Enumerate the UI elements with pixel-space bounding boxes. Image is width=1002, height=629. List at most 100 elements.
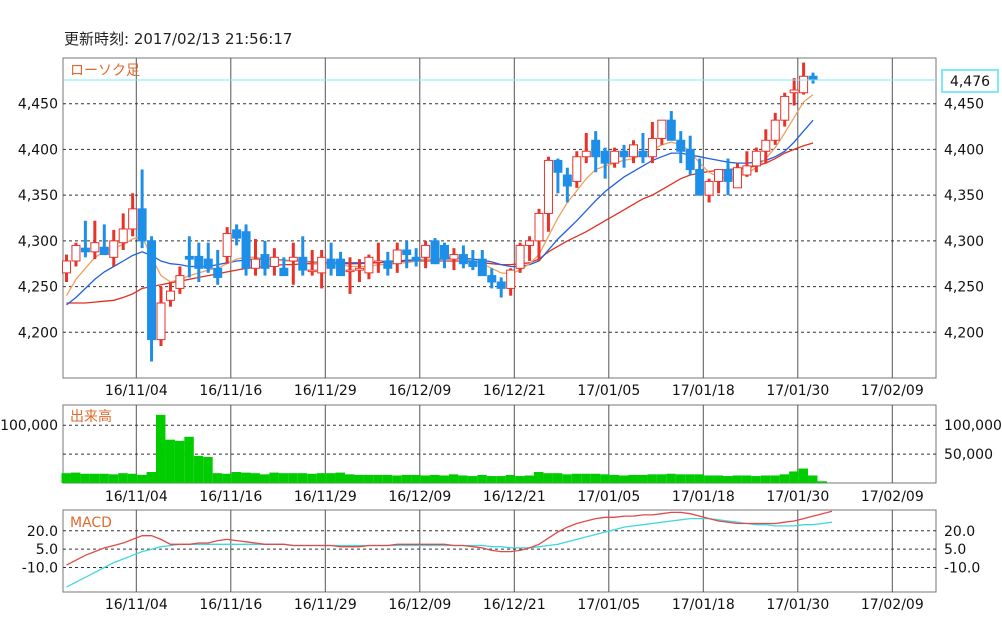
date-tick-label: 16/12/21 — [483, 597, 546, 613]
volume-bar — [609, 474, 620, 483]
volume-bar — [345, 474, 355, 483]
volume-ytick-left: 100,000 — [0, 418, 58, 434]
date-tick-label: 17/01/18 — [672, 489, 735, 505]
candle-body-down — [241, 231, 251, 269]
volume-bar — [222, 473, 232, 483]
candle-body-down — [383, 260, 393, 269]
candle-body-up — [610, 150, 620, 164]
candle-body-down — [411, 256, 421, 262]
candle-body-up — [506, 269, 516, 289]
volume-bar — [156, 414, 166, 483]
date-tick-label: 17/01/05 — [577, 489, 640, 505]
volume-bar — [571, 473, 582, 483]
date-tick-label: 17/01/05 — [577, 597, 640, 613]
candle-body-up — [761, 139, 771, 152]
candle-body-up — [799, 75, 809, 94]
date-tick-label: 16/11/16 — [199, 489, 262, 505]
candle-body-down — [562, 174, 572, 187]
price-ytick-right: 4,300 — [944, 234, 984, 250]
candle-body-down — [638, 150, 648, 158]
date-tick-label: 16/12/09 — [388, 597, 451, 613]
date-tick-label: 17/01/30 — [766, 489, 829, 505]
candle-body-up — [364, 256, 374, 274]
candle-body-down — [99, 246, 109, 256]
price-ytick-left: 4,200 — [18, 325, 58, 341]
volume-bar — [316, 473, 327, 483]
candle-body-down — [496, 281, 506, 289]
candle-body-down — [147, 240, 157, 341]
price-ytick-left: 4,400 — [18, 142, 58, 158]
volume-bar — [562, 474, 572, 483]
date-tick-label: 16/12/21 — [483, 383, 546, 399]
volume-bar — [524, 475, 534, 483]
price-ytick-right: 4,350 — [944, 188, 984, 204]
volume-bar — [723, 476, 733, 483]
volume-bar — [666, 473, 676, 483]
candle-body-down — [695, 169, 705, 196]
current-price-badge: 4,476 — [941, 69, 999, 93]
volume-bar — [80, 473, 90, 483]
candle-body-up — [317, 256, 327, 274]
price-ytick-right: 4,200 — [944, 325, 984, 341]
volume-bar — [637, 474, 648, 483]
date-tick-label: 16/12/09 — [388, 383, 451, 399]
volume-bar — [647, 474, 657, 483]
volume-bar — [789, 471, 799, 483]
candle-body-up — [109, 240, 119, 258]
candle-body-up — [90, 242, 100, 253]
stock-chart: 4,200 4,200 4,250 4,250 4,300 4,300 4,350 4,350… — [0, 57, 1002, 613]
volume-bar — [307, 473, 317, 483]
candle-body-down — [402, 249, 412, 256]
volume-bar — [439, 475, 449, 483]
candle-body-up — [449, 254, 459, 260]
candle-body-up — [71, 244, 81, 262]
candle-body-up — [62, 260, 71, 274]
volume-bar — [99, 473, 109, 483]
volume-bar — [174, 440, 185, 483]
candle-body-up — [345, 269, 355, 273]
candle-body-up — [354, 267, 364, 271]
volume-bar — [382, 474, 393, 483]
volume-bar — [203, 457, 213, 483]
candle-body-down — [194, 255, 204, 269]
volume-bar — [760, 475, 771, 483]
volume-bar — [741, 475, 752, 483]
candle-body-down — [477, 258, 487, 277]
candle-body-down — [184, 255, 194, 260]
candle-body-up — [742, 165, 752, 176]
volume-bar — [798, 468, 809, 483]
candle-body-up — [647, 137, 657, 158]
candle-body-down — [326, 258, 336, 269]
volume-bar — [259, 474, 270, 483]
volume-bar — [373, 474, 383, 483]
macd-ytick-left: 20.0 — [27, 524, 58, 540]
volume-bar — [581, 473, 591, 483]
date-tick-label: 17/01/18 — [672, 597, 735, 613]
volume-bar — [779, 474, 790, 483]
volume-bar — [496, 476, 506, 483]
candle-body-up — [525, 240, 535, 246]
volume-bar — [619, 475, 629, 483]
candle-body-down — [458, 254, 468, 265]
candle-body-down — [676, 139, 686, 152]
volume-bar — [420, 475, 431, 483]
volume-bar — [817, 481, 827, 483]
volume-bar — [231, 472, 242, 483]
candle-body-down — [203, 258, 213, 269]
candle-body-up — [572, 156, 582, 182]
candle-body-down — [600, 150, 610, 164]
volume-bar — [486, 476, 497, 483]
volume-bar — [165, 439, 175, 483]
volume-ytick-right: 50,000 — [944, 447, 993, 463]
price-ytick-right: 4,450 — [944, 97, 984, 113]
candle-body-down — [468, 260, 478, 267]
candle-body-up — [581, 150, 591, 158]
volume-bar — [401, 474, 412, 483]
candle-body-up — [175, 275, 185, 289]
price-ytick-left: 4,250 — [18, 280, 58, 296]
volume-bar — [656, 474, 667, 483]
macd-ytick-right: 20.0 — [944, 524, 975, 540]
candle-body-up — [128, 208, 138, 230]
candle-body-down — [260, 254, 270, 269]
volume-bar — [751, 476, 761, 483]
